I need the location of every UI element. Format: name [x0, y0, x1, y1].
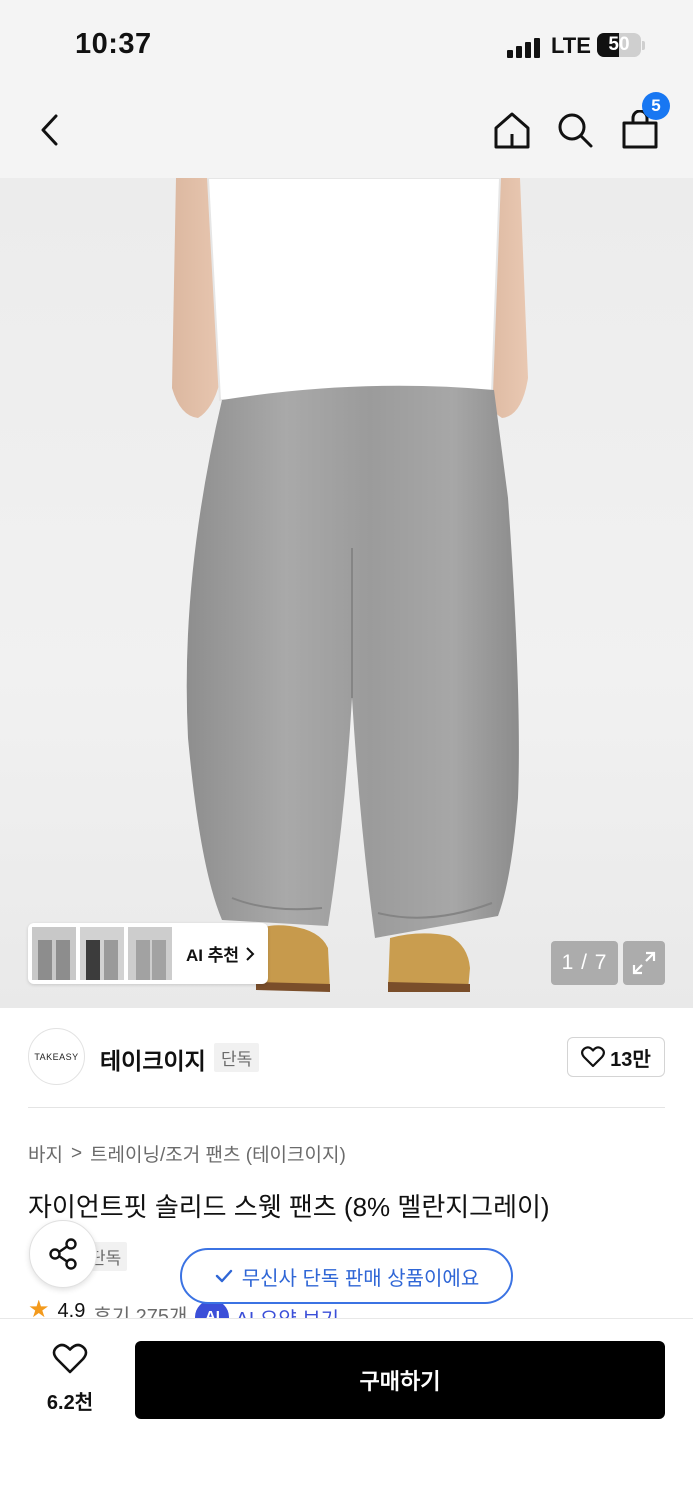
- status-time: 10:37: [75, 28, 152, 60]
- star-icon: ★: [28, 1300, 50, 1320]
- exclusive-notice-text: 무신사 단독 판매 상품이에요: [241, 1267, 480, 1290]
- product-image[interactable]: [0, 178, 693, 1008]
- brand-logo[interactable]: TAKEASY: [28, 1028, 85, 1085]
- battery-icon: 50: [597, 33, 641, 57]
- brand-like-count: 13만: [610, 1048, 651, 1071]
- battery-tip: [642, 41, 645, 50]
- heart-icon: [581, 1046, 606, 1068]
- home-icon: [494, 112, 530, 149]
- breadcrumb: 바지 > 트레이닝/조거 팬츠 (테이크이지): [28, 1140, 346, 1167]
- brand-name[interactable]: 테이크이지: [100, 1042, 206, 1076]
- wishlist-button[interactable]: 6.2천: [30, 1343, 110, 1415]
- share-button[interactable]: [29, 1220, 97, 1288]
- cart-badge: 5: [642, 92, 670, 120]
- thumbnail[interactable]: [128, 927, 172, 980]
- bottom-action-bar: 6.2천 구매하기: [0, 1318, 693, 1500]
- ai-recommend-label: AI 추천: [186, 946, 240, 965]
- battery-level: 50: [608, 34, 630, 55]
- divider: [28, 1107, 665, 1108]
- search-button[interactable]: [551, 106, 599, 154]
- product-title: 자이언트핏 솔리드 스웻 팬츠 (8% 멜란지그레이): [28, 1192, 550, 1222]
- heart-icon: [52, 1343, 88, 1374]
- ai-recommend-link[interactable]: AI 추천: [186, 941, 255, 966]
- thumbnail[interactable]: [80, 927, 124, 980]
- thumbnail-strip[interactable]: AI 추천: [28, 923, 268, 984]
- rating-value: 4.9: [57, 1300, 86, 1320]
- image-counter: 1 / 7: [551, 941, 618, 985]
- wishlist-count: 6.2천: [46, 1392, 94, 1414]
- status-bar: 10:37 LTE 50: [0, 0, 693, 92]
- brand-like-button[interactable]: 13만: [567, 1037, 665, 1077]
- chevron-right-icon: [246, 946, 255, 961]
- share-icon: [49, 1238, 77, 1270]
- thumbnail[interactable]: [32, 927, 76, 980]
- cart-button[interactable]: 5: [616, 92, 670, 154]
- review-count[interactable]: 후기 275개: [93, 1300, 187, 1320]
- breadcrumb-subcategory[interactable]: 트레이닝/조거 팬츠 (테이크이지): [90, 1140, 346, 1167]
- brand-row: TAKEASY 테이크이지 단독 13만: [28, 1028, 665, 1086]
- breadcrumb-separator: >: [70, 1142, 83, 1164]
- top-nav: 5: [0, 92, 693, 178]
- home-button[interactable]: [488, 106, 536, 154]
- exclusive-notice: 무신사 단독 판매 상품이에요: [180, 1248, 513, 1304]
- signal-icon: [507, 36, 541, 58]
- check-icon: [215, 1269, 232, 1283]
- exclusive-badge: 단독: [214, 1043, 260, 1072]
- buy-button[interactable]: 구매하기: [135, 1341, 665, 1419]
- expand-button[interactable]: [623, 941, 665, 985]
- product-photo: [172, 178, 528, 992]
- chevron-left-icon: [41, 114, 58, 146]
- back-button[interactable]: [26, 106, 74, 154]
- search-icon: [558, 113, 593, 148]
- breadcrumb-category[interactable]: 바지: [28, 1140, 63, 1167]
- network-label: LTE: [551, 33, 591, 58]
- expand-icon: [632, 951, 656, 975]
